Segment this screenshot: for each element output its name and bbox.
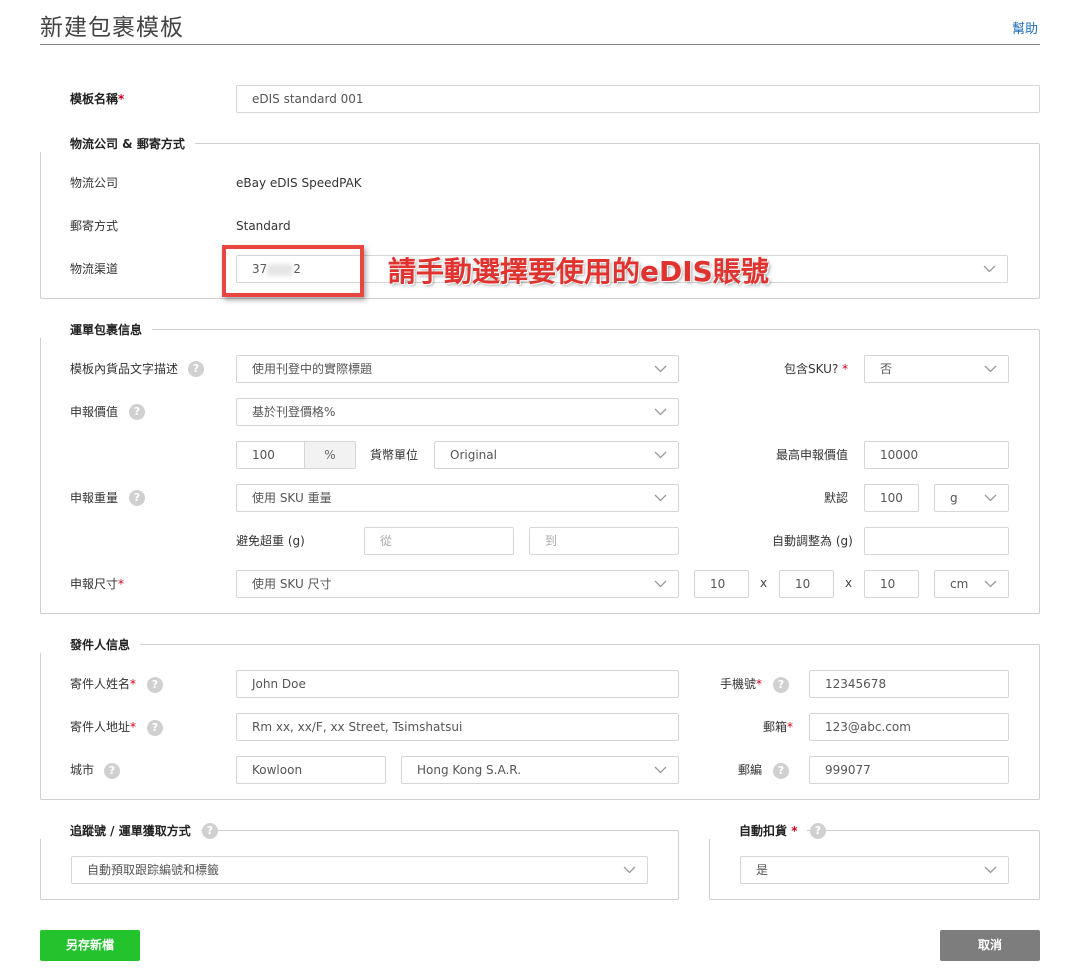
sku-label: 包含SKU? * [784, 362, 849, 376]
size-select[interactable]: 使用 SKU 尺寸 [236, 570, 679, 598]
percent-addon: % [305, 441, 356, 469]
help-icon[interactable]: ? [773, 677, 789, 693]
weight-select[interactable]: 使用 SKU 重量 [236, 484, 679, 512]
sender-name-input[interactable]: John Doe [236, 670, 679, 698]
title-divider [40, 44, 1040, 45]
chevron-down-icon [654, 407, 667, 417]
chevron-down-icon [984, 579, 997, 589]
default-label: 默認 [824, 491, 849, 505]
max-declared-label: 最高申報價值 [776, 448, 849, 462]
percent-input[interactable]: 100 [236, 441, 305, 469]
help-icon[interactable]: ? [810, 823, 826, 839]
help-icon[interactable]: ? [202, 823, 218, 839]
help-icon[interactable]: ? [129, 490, 145, 506]
help-icon[interactable]: ? [773, 763, 789, 779]
currency-label: 貨幣單位 [370, 448, 419, 462]
company-value: eBay eDIS SpeedPAK [236, 176, 362, 190]
sender-address-input[interactable]: Rm xx, xx/F, xx Street, Tsimshatsui [236, 713, 679, 741]
highlight-box [222, 245, 364, 297]
weight-label: 申報重量 [70, 491, 119, 505]
chevron-down-icon [623, 865, 636, 875]
height-input[interactable]: 10 [864, 570, 919, 598]
annotation-text: 請手動選擇要使用的eDIS賬號 [388, 255, 769, 288]
desc-select[interactable]: 使用刊登中的實際標題 [236, 355, 679, 383]
email-input[interactable]: 123@abc.com [809, 713, 1009, 741]
declared-value-label: 申報價值 [70, 405, 119, 419]
cancel-button[interactable]: 取消 [940, 930, 1040, 961]
desc-label: 模板內貨品文字描述 [70, 362, 179, 376]
company-label: 物流公司 [70, 176, 119, 190]
tracking-select[interactable]: 自動預取跟踪編號和標籤 [71, 856, 648, 884]
zip-label: 郵編 [738, 763, 763, 777]
parcel-legend: 運單包裹信息 [40, 322, 153, 338]
chevron-down-icon [654, 450, 667, 460]
avoid-overweight-label: 避免超重 (g) [236, 534, 305, 548]
phone-label: 手機號* [720, 677, 763, 691]
chevron-down-icon [654, 364, 667, 374]
method-value: Standard [236, 219, 291, 233]
page-title: 新建包裹模板 [40, 15, 184, 41]
chevron-down-icon [983, 264, 996, 274]
default-weight-input[interactable]: 100 [864, 484, 919, 512]
city-label: 城市 [70, 763, 95, 777]
template-name-input[interactable]: eDIS standard 001 [236, 85, 1040, 113]
zip-input[interactable]: 999077 [809, 756, 1009, 784]
email-label: 郵箱* [763, 720, 794, 734]
width-input[interactable]: 10 [779, 570, 834, 598]
to-input[interactable]: 到 [529, 527, 679, 555]
auto-adjust-input[interactable] [864, 527, 1009, 555]
times-sign: x [845, 576, 853, 590]
length-input[interactable]: 10 [694, 570, 749, 598]
help-icon[interactable]: ? [147, 720, 163, 736]
max-declared-input[interactable]: 10000 [864, 441, 1009, 469]
help-icon[interactable]: ? [104, 763, 120, 779]
size-label: 申報尺寸* [70, 577, 125, 591]
chevron-down-icon [654, 493, 667, 503]
deduct-select[interactable]: 是 [740, 856, 1009, 884]
currency-select[interactable]: Original [434, 441, 679, 469]
chevron-down-icon [654, 765, 667, 775]
save-as-button[interactable]: 另存新檔 [40, 930, 140, 961]
sender-name-label: 寄件人姓名* [70, 677, 137, 691]
sender-address-label: 寄件人地址* [70, 720, 137, 734]
sender-legend: 發件人信息 [40, 637, 141, 653]
help-icon[interactable]: ? [147, 677, 163, 693]
chevron-down-icon [984, 493, 997, 503]
template-name-label: 模板名稱* [70, 92, 125, 106]
help-link[interactable]: 幫助 [1012, 18, 1038, 37]
help-icon[interactable]: ? [129, 404, 145, 420]
sku-select[interactable]: 否 [864, 355, 1009, 383]
size-unit-select[interactable]: cm [934, 570, 1009, 598]
city-input[interactable]: Kowloon [236, 756, 386, 784]
deduct-legend: 自動扣貨 * [709, 823, 808, 839]
help-icon[interactable]: ? [188, 361, 204, 377]
chevron-down-icon [984, 364, 997, 374]
channel-label: 物流渠道 [70, 262, 119, 276]
from-input[interactable]: 從 [364, 527, 514, 555]
phone-input[interactable]: 12345678 [809, 670, 1009, 698]
times-sign: x [760, 576, 768, 590]
chevron-down-icon [984, 865, 997, 875]
logistics-legend: 物流公司 & 郵寄方式 [40, 136, 195, 152]
declared-value-select[interactable]: 基於刊登價格% [236, 398, 679, 426]
auto-adjust-label: 自動調整為 (g) [772, 534, 853, 548]
tracking-legend: 追蹤號 / 運單獲取方式 [40, 823, 201, 839]
region-select[interactable]: Hong Kong S.A.R. [401, 756, 679, 784]
weight-unit-select[interactable]: g [934, 484, 1009, 512]
method-label: 郵寄方式 [70, 219, 119, 233]
chevron-down-icon [654, 579, 667, 589]
